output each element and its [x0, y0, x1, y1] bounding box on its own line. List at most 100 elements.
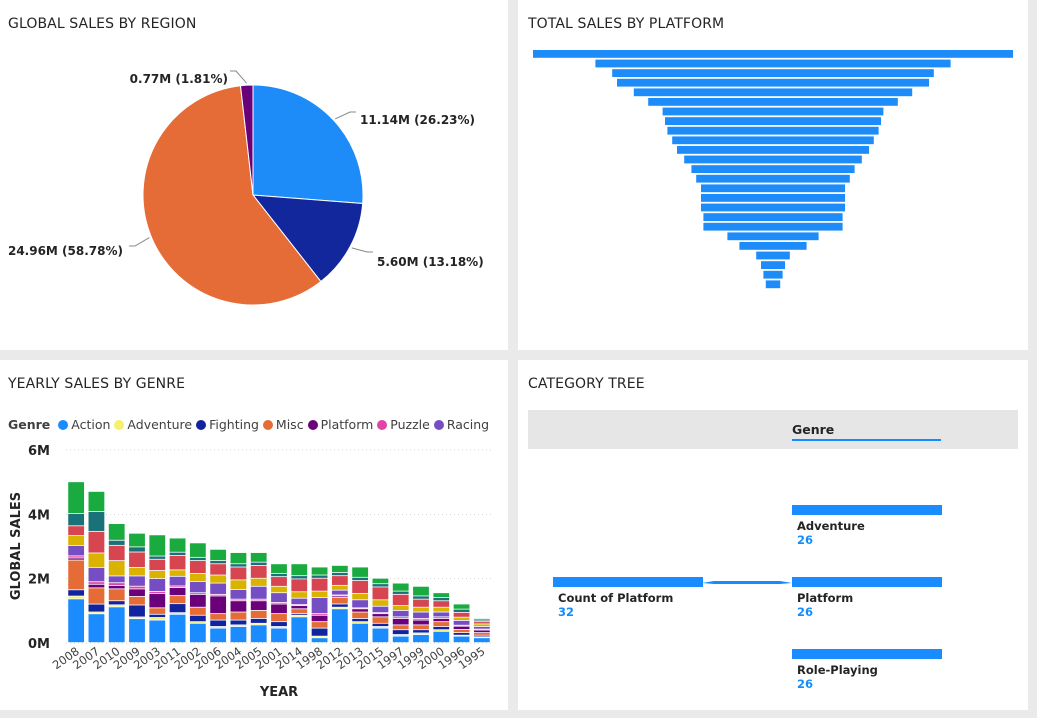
bar-segment[interactable] — [311, 622, 328, 628]
bar-segment[interactable] — [311, 575, 328, 578]
bar-segment[interactable] — [392, 625, 409, 630]
bar-segment[interactable] — [331, 590, 348, 595]
funnel-bar[interactable] — [739, 242, 807, 250]
bar-segment[interactable] — [352, 593, 369, 600]
bar-segment[interactable] — [352, 612, 369, 619]
bar-segment[interactable] — [230, 580, 247, 590]
bar-segment[interactable] — [473, 635, 490, 637]
legend-item[interactable]: Racing — [433, 417, 489, 432]
bar-segment[interactable] — [372, 626, 389, 628]
bar-segment[interactable] — [129, 586, 145, 589]
bar-segment[interactable] — [210, 583, 227, 594]
bar-segment[interactable] — [271, 602, 287, 604]
funnel-bar[interactable] — [703, 222, 843, 231]
funnel-bar[interactable] — [761, 261, 785, 269]
bar-segment[interactable] — [129, 552, 145, 568]
bar-segment[interactable] — [311, 597, 328, 614]
bar-segment[interactable] — [169, 596, 186, 604]
bar-segment[interactable] — [129, 617, 145, 619]
funnel-bar[interactable] — [701, 203, 845, 212]
funnel-bar[interactable] — [765, 280, 781, 289]
bar-segment[interactable] — [392, 594, 409, 606]
bar-segment[interactable] — [189, 581, 206, 593]
bar-segment[interactable] — [108, 589, 125, 601]
bar-segment[interactable] — [271, 622, 287, 627]
bar-segment[interactable] — [230, 601, 247, 612]
bar-segment[interactable] — [68, 482, 85, 514]
bar-segment[interactable] — [149, 570, 166, 579]
bar-segment[interactable] — [311, 578, 328, 591]
funnel-bar[interactable] — [595, 59, 951, 68]
bar-segment[interactable] — [392, 630, 409, 635]
bar-segment[interactable] — [291, 609, 308, 614]
bar-segment[interactable] — [230, 620, 247, 625]
bar-segment[interactable] — [88, 584, 105, 588]
bar-segment[interactable] — [392, 636, 409, 643]
bar-segment[interactable] — [392, 617, 409, 619]
bar-segment[interactable] — [453, 626, 470, 630]
bar-segment[interactable] — [291, 564, 308, 576]
bar-segment[interactable] — [88, 582, 105, 584]
bar-segment[interactable] — [291, 606, 308, 609]
bar-segment[interactable] — [189, 573, 206, 582]
bar-segment[interactable] — [433, 630, 450, 631]
bar-segment[interactable] — [68, 556, 85, 558]
bar-segment[interactable] — [149, 620, 166, 643]
bar-segment[interactable] — [149, 535, 166, 556]
bar-segment[interactable] — [372, 600, 389, 606]
bar-segment[interactable] — [149, 593, 166, 608]
bar-segment[interactable] — [149, 614, 166, 618]
bar-segment[interactable] — [473, 626, 490, 629]
bar-segment[interactable] — [149, 559, 166, 571]
bar-segment[interactable] — [413, 586, 429, 596]
bar-segment[interactable] — [189, 557, 206, 561]
bar-segment[interactable] — [189, 615, 206, 622]
funnel-bar[interactable] — [672, 136, 874, 145]
bar-segment[interactable] — [189, 560, 206, 574]
bar-segment[interactable] — [453, 633, 470, 635]
bar-segment[interactable] — [331, 597, 348, 604]
bar-segment[interactable] — [129, 619, 145, 643]
bar-segment[interactable] — [453, 617, 470, 621]
bar-segment[interactable] — [291, 614, 308, 615]
bar-segment[interactable] — [210, 596, 227, 614]
bar-segment[interactable] — [433, 618, 450, 622]
bar-segment[interactable] — [271, 626, 287, 628]
bar-segment[interactable] — [129, 605, 145, 617]
bar-segment[interactable] — [271, 577, 287, 586]
bar-segment[interactable] — [453, 620, 470, 625]
bar-segment[interactable] — [250, 623, 267, 625]
bar-segment[interactable] — [108, 545, 125, 561]
legend-item[interactable]: Action — [58, 417, 110, 432]
funnel-bar[interactable] — [612, 69, 934, 77]
bar-segment[interactable] — [230, 626, 247, 643]
bar-segment[interactable] — [210, 628, 227, 643]
funnel-bar[interactable] — [662, 107, 884, 116]
bar-segment[interactable] — [331, 609, 348, 643]
bar-segment[interactable] — [392, 618, 409, 625]
bar-segment[interactable] — [230, 567, 247, 580]
legend-item[interactable]: Puzzle — [377, 417, 430, 432]
bar-segment[interactable] — [108, 605, 125, 607]
bar-segment[interactable] — [291, 598, 308, 605]
bar-segment[interactable] — [169, 555, 186, 570]
bar-segment[interactable] — [149, 591, 166, 593]
bar-segment[interactable] — [331, 585, 348, 590]
bar-segment[interactable] — [108, 601, 125, 605]
bar-segment[interactable] — [433, 622, 450, 627]
bar-segment[interactable] — [230, 589, 247, 599]
bar-segment[interactable] — [473, 624, 490, 627]
bar-segment[interactable] — [433, 601, 450, 607]
funnel-bar[interactable] — [691, 165, 855, 173]
bar-segment[interactable] — [352, 577, 369, 581]
bar-segment[interactable] — [413, 630, 429, 633]
bar-segment[interactable] — [68, 545, 85, 556]
bar-segment[interactable] — [189, 622, 206, 623]
bar-segment[interactable] — [250, 578, 267, 586]
bar-segment[interactable] — [433, 631, 450, 643]
bar-segment[interactable] — [433, 597, 450, 601]
bar-segment[interactable] — [230, 625, 247, 627]
bar-segment[interactable] — [88, 588, 105, 604]
bar-segment[interactable] — [413, 634, 429, 643]
bar-segment[interactable] — [189, 623, 206, 643]
